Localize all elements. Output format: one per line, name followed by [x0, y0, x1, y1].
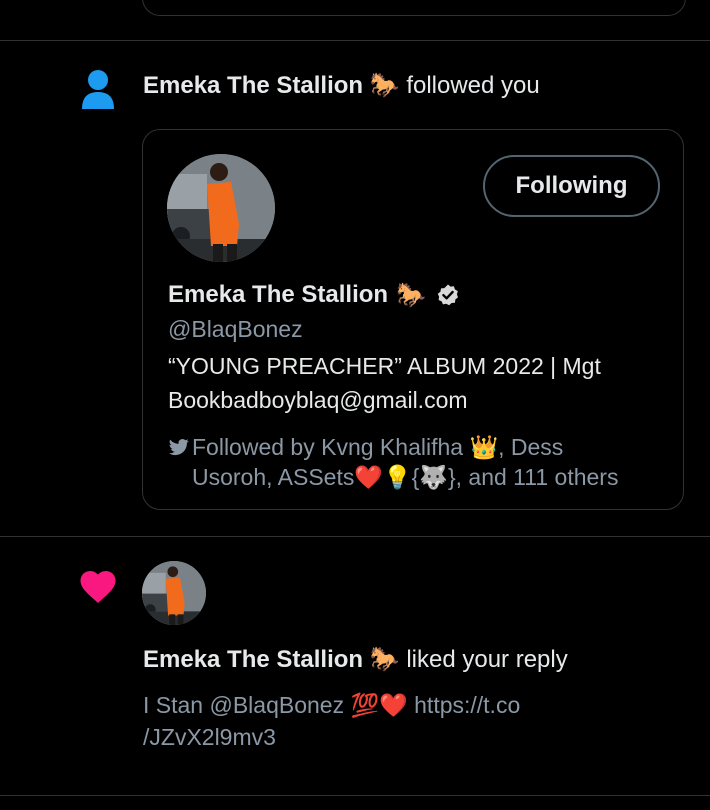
followed-by: Followed by Kvng Khalifha 👑, Dess Usoroh…	[168, 432, 668, 492]
divider	[0, 40, 710, 41]
follower-name[interactable]: Emeka The Stallion	[143, 72, 363, 99]
divider	[0, 536, 710, 537]
avatar[interactable]	[167, 154, 275, 262]
avatar[interactable]	[142, 561, 206, 625]
horse-emoji: 🐎	[369, 645, 400, 673]
reply-text[interactable]: I Stan @BlaqBonez 💯❤️ https://t.co /JZvX…	[143, 689, 603, 753]
user-icon	[80, 69, 116, 111]
followed-by-line: Usoroh, ASSets❤️💡{🐺}, and 111 others	[192, 464, 619, 490]
followed-by-line: Followed by Kvng Khalifha 👑, Dess	[192, 434, 564, 460]
reply-line: I Stan @BlaqBonez 💯❤️ https://t.co	[143, 692, 521, 718]
bio-line: “YOUNG PREACHER” ALBUM 2022 | Mgt	[168, 353, 601, 379]
following-button[interactable]: Following	[483, 155, 660, 217]
verified-badge-icon	[437, 284, 458, 306]
like-action-text: liked your reply	[406, 646, 568, 673]
like-notification-text: Emeka The Stallion 🐎 liked your reply	[143, 644, 568, 675]
twitter-bird-icon	[169, 439, 189, 456]
card-handle[interactable]: @BlaqBonez	[168, 314, 303, 344]
card-display-name[interactable]: Emeka The Stallion 🐎	[168, 280, 460, 310]
user-card[interactable]: Following Emeka The Stallion 🐎 @BlaqBone…	[142, 129, 684, 510]
bio-line: Bookbadboyblaq@gmail.com	[168, 387, 468, 413]
liker-name[interactable]: Emeka The Stallion	[143, 646, 363, 673]
previous-card	[142, 0, 686, 16]
follow-action-text: followed you	[406, 72, 540, 99]
follow-notification-text: Emeka The Stallion 🐎 followed you	[143, 70, 540, 101]
card-name-text: Emeka The Stallion	[168, 281, 389, 308]
card-bio: “YOUNG PREACHER” ALBUM 2022 | Mgt Bookba…	[168, 349, 668, 417]
horse-emoji: 🐎	[396, 281, 426, 309]
reply-line: /JZvX2l9mv3	[143, 724, 276, 750]
horse-emoji: 🐎	[369, 71, 400, 99]
heart-icon	[80, 571, 116, 604]
divider	[0, 795, 710, 796]
